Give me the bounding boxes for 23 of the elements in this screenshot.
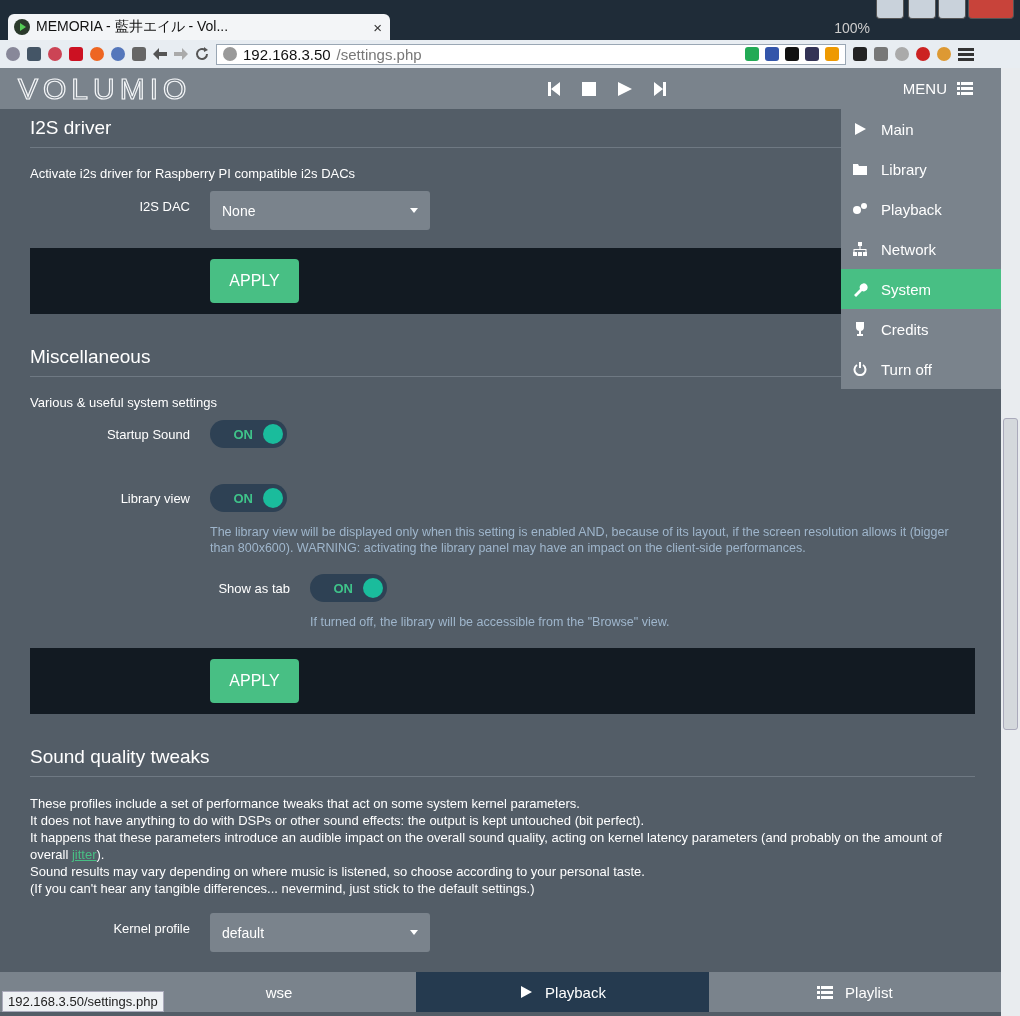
setting-label: Startup Sound: [105, 426, 190, 442]
description-line: (If you can't hear any tangible differences... nevermind, just stick to the default settings.): [30, 880, 536, 897]
setting-label: Show as tab: [217, 580, 290, 596]
section-title: Sound quality tweaks: [30, 744, 975, 777]
setting-note: The library view will be displayed only when this setting is enabled AND, because of its layout, if the screen resolution allows it (bigger than 800x600). WARNING: activating the library panel may have an impact on the client-side performances.: [210, 524, 950, 556]
section-description: Various & useful system settings: [30, 395, 217, 410]
toggle-state: ON: [333, 580, 353, 596]
description-line: These profiles include a set of performance tweaks that act on some system kernel parameters.: [30, 795, 581, 812]
zoom-level: 100%: [834, 20, 870, 36]
description-line: It does not have anything to do with DSPs or other sound effects: the output is kept untouched (bit perfect).: [30, 812, 646, 829]
description-line: Sound results may vary depending on where music is listened, so choose according to your personal taste.: [30, 863, 646, 880]
setting-label: I2S DAC: [138, 199, 190, 214]
toggle-state: ON: [233, 490, 253, 506]
setting-note: If turned off, the library will be accessible from the "Browse" view.: [310, 614, 671, 630]
section-description: Activate i2s driver for Raspberry PI compatible i2s DACs: [30, 166, 356, 181]
setting-label: Library view: [119, 490, 190, 506]
tab-title: MEMORIA - 藍井エイル - Vol...: [36, 18, 230, 36]
toggle-state: ON: [233, 426, 253, 442]
description-line: It happens that these parameters introduce an audible impact on the overall sound quality, acting on kernel latency parameters (and probably on the amount of overall jitter).: [30, 829, 943, 863]
url-host: 192.168.3.50: [243, 45, 331, 63]
url-path: /settings.php: [336, 45, 423, 63]
setting-label: Kernel profile: [112, 921, 190, 936]
url-tooltip: 192.168.3.50/settings.php: [2, 991, 164, 1012]
